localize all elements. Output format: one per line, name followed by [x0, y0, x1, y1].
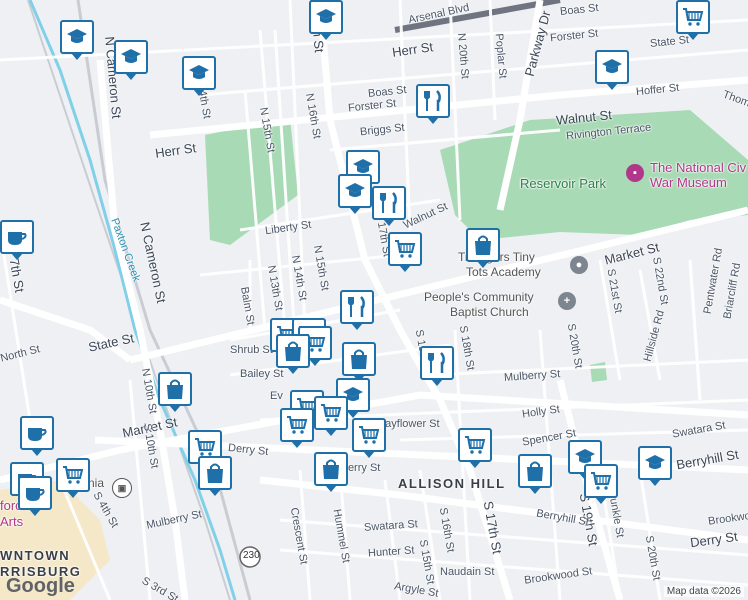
grocery-marker[interactable]	[676, 0, 710, 40]
restaurant-marker[interactable]	[420, 346, 454, 386]
school-pin-icon[interactable]: ●	[570, 256, 588, 274]
school-icon	[65, 25, 89, 49]
restaurant-marker[interactable]	[340, 290, 374, 330]
grocery-marker[interactable]	[388, 232, 422, 272]
google-logo: Google	[6, 575, 75, 597]
map-attribution[interactable]: Map data ©2026	[663, 586, 744, 597]
restaurant-icon	[425, 351, 449, 375]
street-label: Ev	[270, 390, 283, 402]
grocery-marker[interactable]	[280, 408, 314, 448]
grocery-icon	[463, 433, 487, 457]
shopping-marker[interactable]	[518, 454, 552, 494]
grocery-marker[interactable]	[584, 464, 618, 504]
cafe-marker[interactable]	[0, 220, 34, 260]
cafe-icon	[5, 225, 29, 249]
arts-label-line2: Arts	[0, 514, 24, 529]
school-icon	[343, 179, 367, 203]
shopping-icon	[471, 233, 495, 257]
park-label: Reservoir Park	[520, 176, 606, 191]
cafe-marker[interactable]	[18, 476, 52, 516]
restaurant-icon	[377, 191, 401, 215]
map-canvas[interactable]: Arsenal Blvd Boas St Forster St State St…	[0, 0, 748, 600]
museum-label-line2[interactable]: War Museum	[650, 175, 727, 190]
church-label-line2[interactable]: Baptist Church	[450, 305, 529, 319]
school-icon	[187, 61, 211, 85]
grocery-marker[interactable]	[458, 428, 492, 468]
cafe-icon	[25, 421, 49, 445]
downtown-label-line1: WNTOWN	[0, 548, 71, 563]
street-label: Shrub St	[230, 344, 273, 356]
shopping-marker[interactable]	[466, 228, 500, 268]
route-shield-label: 230	[243, 550, 260, 561]
grocery-icon	[319, 401, 343, 425]
train-station-icon[interactable]: ▣	[112, 478, 132, 498]
school-icon	[314, 5, 338, 29]
street-label: Naudain St	[440, 566, 495, 578]
grocery-icon	[61, 463, 85, 487]
place-label: nia	[88, 476, 105, 490]
grocery-marker[interactable]	[352, 418, 386, 458]
school-marker[interactable]	[60, 20, 94, 60]
shopping-icon	[163, 377, 187, 401]
school-marker[interactable]	[309, 0, 343, 40]
street-label: Bailey St	[240, 368, 284, 380]
shopping-marker[interactable]	[342, 342, 376, 382]
cafe-icon	[23, 481, 47, 505]
shopping-marker[interactable]	[198, 456, 232, 496]
restaurant-marker[interactable]	[372, 186, 406, 226]
restaurant-icon	[421, 89, 445, 113]
shopping-marker[interactable]	[314, 452, 348, 492]
grocery-icon	[285, 413, 309, 437]
church-icon[interactable]: +	[558, 292, 576, 310]
restaurant-marker[interactable]	[416, 84, 450, 124]
grocery-marker[interactable]	[56, 458, 90, 498]
grocery-icon	[393, 237, 417, 261]
grocery-icon	[681, 5, 705, 29]
shopping-icon	[523, 459, 547, 483]
museum-icon[interactable]: ▪	[626, 164, 644, 182]
cafe-marker[interactable]	[20, 416, 54, 456]
school-marker[interactable]	[182, 56, 216, 96]
shopping-icon	[281, 339, 305, 363]
church-label-line1[interactable]: People's Community	[424, 290, 534, 304]
grocery-icon	[589, 469, 613, 493]
school-icon	[119, 45, 143, 69]
school-marker[interactable]	[114, 40, 148, 80]
shopping-icon	[319, 457, 343, 481]
museum-label-line1[interactable]: The National Civ	[650, 160, 746, 175]
shopping-marker[interactable]	[276, 334, 310, 374]
school-marker[interactable]	[638, 446, 672, 486]
grocery-marker[interactable]	[314, 396, 348, 436]
school-icon	[643, 451, 667, 475]
shopping-icon	[347, 347, 371, 371]
school-marker[interactable]	[338, 174, 372, 214]
restaurant-icon	[345, 295, 369, 319]
grocery-icon	[357, 423, 381, 447]
neighborhood-label: ALLISON HILL	[398, 476, 506, 491]
school-icon	[600, 55, 624, 79]
shopping-icon	[203, 461, 227, 485]
school-marker[interactable]	[595, 50, 629, 90]
shopping-marker[interactable]	[158, 372, 192, 412]
